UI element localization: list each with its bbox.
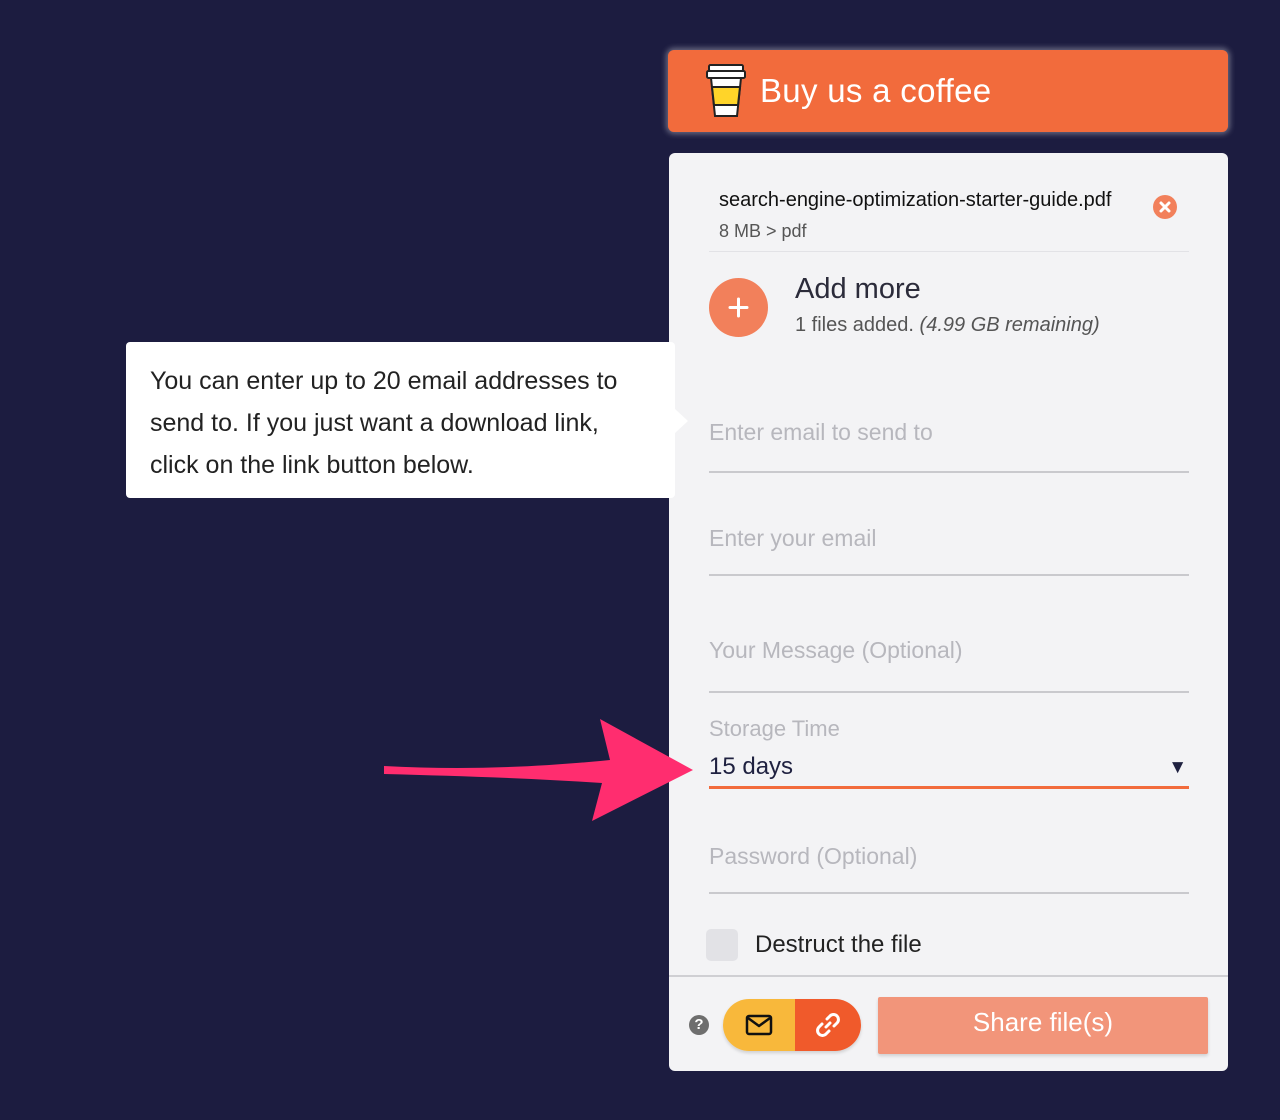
files-added-count: 1 files added.: [795, 314, 914, 336]
file-meta: 8 MB > pdf: [719, 221, 807, 241]
storage-time-label: Storage Time: [709, 716, 840, 741]
send-mode-toggle: [723, 999, 861, 1051]
files-added-status: 1 files added. (4.99 GB remaining): [795, 314, 1100, 337]
plus-icon: [728, 297, 749, 318]
message-input[interactable]: [709, 637, 1189, 664]
panel-footer: ? Share file(s): [669, 975, 1228, 1071]
destruct-label: Destruct the file: [755, 931, 922, 958]
storage-remaining: (4.99 GB remaining): [919, 314, 1100, 336]
add-more-button[interactable]: [709, 278, 768, 337]
destruct-checkbox[interactable]: [706, 929, 738, 961]
envelope-icon: [745, 1014, 773, 1036]
link-icon: [816, 1013, 840, 1037]
tooltip-text: You can enter up to 20 email addresses t…: [150, 367, 618, 479]
share-files-button[interactable]: Share file(s): [878, 997, 1208, 1054]
storage-time-select[interactable]: 15 days ▼: [709, 751, 1189, 789]
chevron-down-icon: ▼: [1168, 757, 1187, 778]
upload-panel: search-engine-optimization-starter-guide…: [669, 153, 1228, 1071]
add-more-title: Add more: [795, 273, 921, 305]
password-field: [709, 841, 1189, 894]
buy-coffee-button[interactable]: Buy us a coffee: [668, 50, 1228, 132]
email-from-field: [709, 523, 1189, 576]
link-mode-button[interactable]: [795, 999, 861, 1051]
email-tooltip: You can enter up to 20 email addresses t…: [126, 342, 675, 498]
tooltip-arrow: [674, 408, 688, 434]
password-input[interactable]: [709, 843, 1189, 870]
coffee-cup-icon: [706, 64, 746, 117]
annotation-arrow: [384, 719, 693, 821]
message-field: [709, 635, 1189, 693]
email-to-input[interactable]: [709, 419, 1189, 446]
file-item: search-engine-optimization-starter-guide…: [709, 183, 1189, 252]
question-circle-icon[interactable]: ?: [689, 1015, 709, 1035]
email-from-input[interactable]: [709, 525, 1189, 552]
email-to-field: [709, 415, 1189, 473]
email-mode-button[interactable]: [723, 999, 795, 1051]
buy-coffee-label: Buy us a coffee: [760, 72, 992, 109]
storage-time-value: 15 days: [709, 753, 794, 780]
file-name: search-engine-optimization-starter-guide…: [719, 189, 1112, 211]
close-circle-icon[interactable]: [1153, 195, 1177, 219]
